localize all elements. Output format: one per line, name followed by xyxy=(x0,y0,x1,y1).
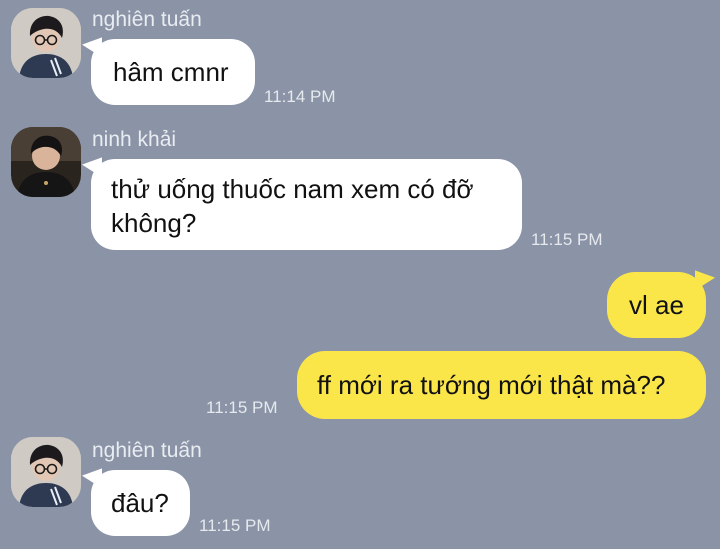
user-avatar-glasses-icon xyxy=(11,8,81,78)
message-bubble[interactable]: đâu? xyxy=(91,470,190,536)
sender-avatar[interactable] xyxy=(11,8,81,78)
message-text: vl ae xyxy=(629,290,684,320)
sender-name: nghiên tuấn xyxy=(92,439,202,462)
message-bubble[interactable]: hâm cmnr xyxy=(91,39,255,105)
sender-name: ninh khải xyxy=(92,128,177,151)
message-bubble[interactable]: thử uống thuốc nam xem có đỡ không? xyxy=(91,159,522,250)
message-timestamp: 11:14 PM xyxy=(264,87,336,106)
chat-thread: nghiên tuấn hâm cmnr 11:14 PM ninh khải … xyxy=(0,0,720,549)
message-text: đâu? xyxy=(111,488,169,518)
message-bubble-outgoing[interactable]: ff mới ra tướng mới thật mà?? xyxy=(297,351,706,419)
sender-avatar[interactable] xyxy=(11,437,81,507)
user-avatar-dark-jacket-icon xyxy=(11,127,81,197)
message-timestamp: 11:15 PM xyxy=(206,398,278,417)
message-text: ff mới ra tướng mới thật mà?? xyxy=(317,370,666,400)
message-text-line: thử uống thuốc nam xem có đỡ xyxy=(111,174,474,204)
message-timestamp: 11:15 PM xyxy=(531,230,603,249)
message-text-line: không? xyxy=(111,208,197,238)
message-bubble-outgoing[interactable]: vl ae xyxy=(607,272,706,338)
user-avatar-glasses-icon xyxy=(11,437,81,507)
sender-name: nghiên tuấn xyxy=(92,8,202,31)
sender-avatar[interactable] xyxy=(11,127,81,197)
message-text: hâm cmnr xyxy=(113,57,229,87)
message-timestamp: 11:15 PM xyxy=(199,516,271,535)
